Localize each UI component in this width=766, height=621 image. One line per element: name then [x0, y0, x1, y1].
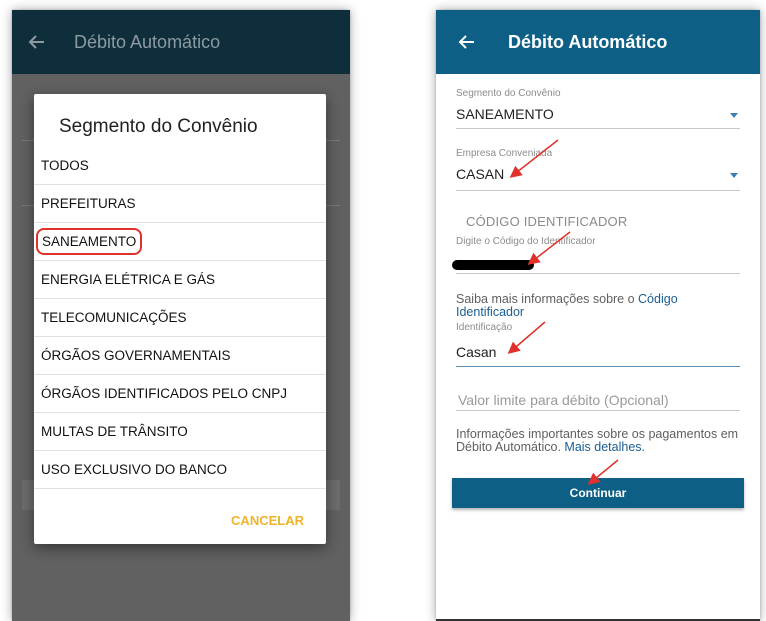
page-title: Débito Automático [508, 31, 668, 52]
identifier-label: Digite o Código do Identificador [456, 236, 596, 247]
segment-label: Segmento do Convênio [456, 88, 561, 99]
option-label: ÓRGÃOS IDENTIFICADOS PELO CNPJ [41, 386, 288, 401]
limit-underline [456, 410, 740, 411]
company-label: Empresa Conveniada [456, 148, 553, 159]
option-label: ÓRGÃOS GOVERNAMENTAIS [41, 348, 231, 363]
redacted-identifier-value[interactable] [452, 260, 534, 270]
option-label: ENERGIA ELÉTRICA E GÁS [41, 272, 216, 287]
option-label: TELECOMUNICAÇÕES [41, 310, 187, 325]
help-text: Saiba mais informações sobre o [456, 292, 639, 306]
back-arrow-icon[interactable] [456, 31, 478, 53]
dialog-divider [34, 488, 326, 489]
option-label-highlighted: SANEAMENTO [36, 228, 143, 255]
limit-input[interactable]: Valor limite para débito (Opcional) [458, 392, 669, 408]
identifier-help-text: Saiba mais informações sobre o Código Id… [456, 293, 746, 319]
option-orgaos-cnpj[interactable]: ÓRGÃOS IDENTIFICADOS PELO CNPJ [34, 374, 326, 412]
identification-input[interactable]: Casan [456, 344, 496, 360]
important-info-text: Informações importantes sobre os pagamen… [456, 428, 746, 454]
option-energia[interactable]: ENERGIA ELÉTRICA E GÁS [34, 260, 326, 298]
continue-button[interactable]: Continuar [452, 478, 744, 508]
option-saneamento[interactable]: SANEAMENTO [34, 222, 326, 260]
option-todos[interactable]: TODOS [34, 146, 326, 184]
dropdown-arrow-icon[interactable] [730, 173, 738, 178]
option-label: USO EXCLUSIVO DO BANCO [41, 462, 228, 477]
app-bar: Débito Automático [12, 10, 350, 74]
identifier-underline [456, 273, 740, 274]
identification-underline [456, 366, 740, 367]
segment-underline [456, 128, 740, 129]
cancel-button[interactable]: CANCELAR [231, 513, 304, 528]
option-prefeituras[interactable]: PREFEITURAS [34, 184, 326, 222]
segment-select[interactable]: SANEAMENTO [456, 106, 554, 122]
left-phone-screen: Débito Automático Segmento do Convênio T… [12, 10, 350, 621]
identifier-section-title: CÓDIGO IDENTIFICADOR [466, 214, 628, 229]
right-phone-screen: Débito Automático Segmento do Convênio S… [436, 10, 760, 621]
company-underline [456, 190, 740, 191]
dropdown-arrow-icon[interactable] [730, 113, 738, 118]
option-uso-exclusivo[interactable]: USO EXCLUSIVO DO BANCO [34, 450, 326, 488]
app-bar: Débito Automático [436, 10, 760, 74]
option-label: MULTAS DE TRÂNSITO [41, 424, 188, 439]
option-label: TODOS [41, 157, 89, 173]
option-telecomunicacoes[interactable]: TELECOMUNICAÇÕES [34, 298, 326, 336]
page-title: Débito Automático [74, 31, 221, 52]
dialog-title: Segmento do Convênio [59, 116, 258, 137]
company-select[interactable]: CASAN [456, 166, 504, 182]
segment-dialog: Segmento do Convênio TODOS PREFEITURAS S… [34, 94, 326, 544]
more-details-link[interactable]: Mais detalhes. [564, 440, 645, 454]
identification-label: Identificação [456, 322, 513, 333]
option-multas[interactable]: MULTAS DE TRÂNSITO [34, 412, 326, 450]
back-arrow-icon[interactable] [26, 31, 48, 53]
option-label: PREFEITURAS [41, 196, 136, 211]
option-orgaos-governamentais[interactable]: ÓRGÃOS GOVERNAMENTAIS [34, 336, 326, 374]
